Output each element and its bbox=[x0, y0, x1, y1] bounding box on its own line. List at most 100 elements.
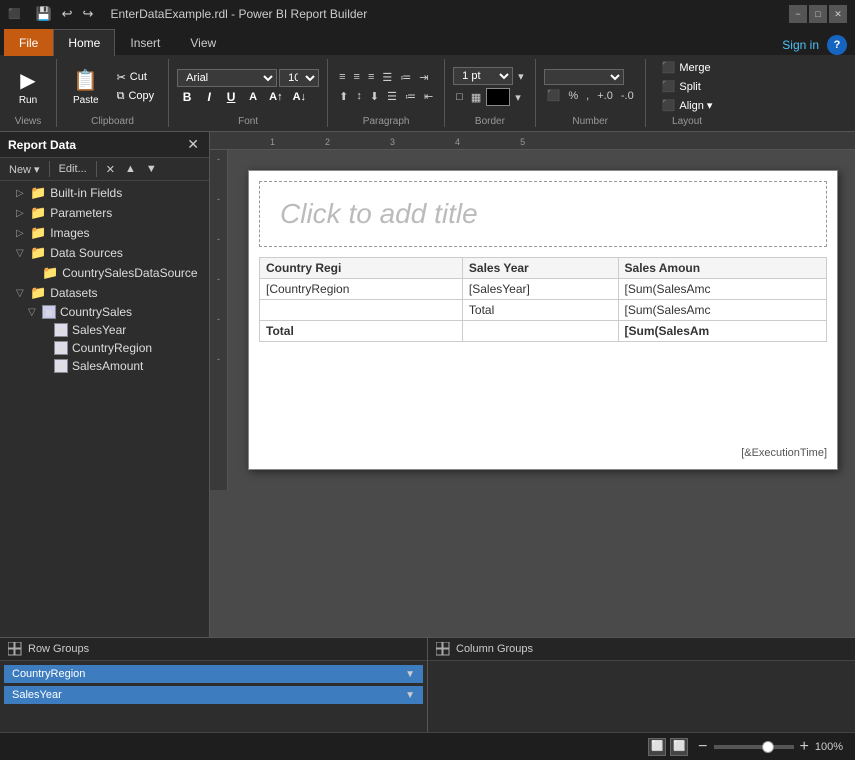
cut-button[interactable]: ✂Cut bbox=[111, 69, 161, 86]
tree-label-countrysales: CountrySales bbox=[60, 305, 132, 319]
ordered-list-button[interactable]: ≔ bbox=[397, 69, 414, 86]
layout-group-label: Layout bbox=[654, 116, 721, 127]
move-up-button[interactable]: ▲ bbox=[122, 162, 139, 176]
decrease-decimal-button[interactable]: -.0 bbox=[618, 88, 637, 104]
number-format-select[interactable] bbox=[544, 69, 624, 85]
border-style-select[interactable]: 1 pt 2 pt bbox=[453, 67, 513, 85]
increase-decimal-button[interactable]: +.0 bbox=[594, 88, 616, 104]
font-size-select[interactable]: 10 bbox=[279, 69, 319, 87]
tree-item-parameters[interactable]: ▷ 📁 Parameters bbox=[0, 203, 209, 223]
new-button[interactable]: New ▾ bbox=[6, 162, 43, 177]
close-button[interactable]: ✕ bbox=[829, 5, 847, 23]
folder-icon-parameters: 📁 bbox=[30, 205, 46, 221]
title-bar: ⬛ 💾 ↩ ↪ EnterDataExample.rdl - Power BI … bbox=[0, 0, 855, 28]
folder-icon-images: 📁 bbox=[30, 225, 46, 241]
percent-button[interactable]: % bbox=[565, 88, 581, 104]
font-color-button[interactable]: A bbox=[243, 90, 263, 104]
cell-salesyear: [SalesYear] bbox=[462, 279, 618, 300]
row-group-countryregion-dropdown[interactable]: ▼ bbox=[405, 669, 415, 680]
outdent-button[interactable]: ⇤ bbox=[421, 88, 436, 105]
cell-countryregion: [CountryRegion bbox=[260, 279, 463, 300]
font-family-select[interactable]: Arial bbox=[177, 69, 277, 87]
cell-total-text: Total bbox=[260, 321, 463, 342]
redo-button[interactable]: ↪ bbox=[80, 4, 97, 24]
tab-home[interactable]: Home bbox=[53, 29, 115, 56]
valign-mid-button[interactable]: ↕ bbox=[353, 88, 365, 104]
tree-item-datasources[interactable]: ▽ 📁 Data Sources bbox=[0, 243, 209, 263]
row-group-salesyear-dropdown[interactable]: ▼ bbox=[405, 690, 415, 701]
list2-button[interactable]: ☰ bbox=[384, 88, 400, 105]
edit-button[interactable]: Edit... bbox=[56, 162, 90, 176]
tab-file[interactable]: File bbox=[4, 29, 53, 56]
canvas-area[interactable]: 1 2 3 4 5 - - - - - - Click to add title bbox=[210, 132, 855, 637]
merge-icon: ⬛ bbox=[662, 61, 676, 74]
border-color-swatch[interactable] bbox=[486, 88, 510, 106]
cut-copy-buttons: ✂Cut ⧉Copy bbox=[111, 69, 161, 105]
zoom-out-button[interactable]: − bbox=[698, 738, 707, 756]
valign-top-button[interactable]: ⬆ bbox=[336, 88, 351, 105]
move-down-button[interactable]: ▼ bbox=[143, 162, 160, 176]
tree-item-datasets[interactable]: ▽ 📁 Datasets bbox=[0, 283, 209, 303]
align-button[interactable]: ⬛ Align ▾ bbox=[654, 97, 721, 114]
sidebar-close-button[interactable]: ✕ bbox=[185, 136, 201, 153]
tree-item-field-salesamount[interactable]: ▦ SalesAmount bbox=[0, 357, 209, 375]
split-button[interactable]: ⬛ Split bbox=[654, 78, 721, 95]
paragraph-group-label: Paragraph bbox=[336, 116, 436, 127]
save-button[interactable]: 💾 bbox=[32, 4, 54, 24]
window-controls: − □ ✕ bbox=[789, 5, 847, 23]
folder-icon-builtin: 📁 bbox=[30, 185, 46, 201]
valign-bot-button[interactable]: ⬇ bbox=[367, 88, 382, 105]
align-right-button[interactable]: ≡ bbox=[365, 69, 377, 85]
toolbar-separator-2 bbox=[96, 161, 97, 177]
font-decrease-button[interactable]: A↓ bbox=[289, 90, 310, 104]
tree-item-builtin-fields[interactable]: ▷ 📁 Built-in Fields bbox=[0, 183, 209, 203]
font-increase-button[interactable]: A↑ bbox=[265, 90, 286, 104]
ribbon-group-layout: ⬛ Merge ⬛ Split ⬛ Align ▾ Layout bbox=[654, 59, 729, 127]
border-dropdown-button[interactable]: ▾ bbox=[515, 68, 527, 85]
report-page[interactable]: Click to add title Country Regi Sales Ye… bbox=[248, 170, 838, 470]
currency-button[interactable]: ⬛ bbox=[544, 87, 564, 104]
row-group-salesyear[interactable]: SalesYear ▼ bbox=[4, 686, 423, 704]
border-none-button[interactable]: □ bbox=[453, 89, 466, 105]
tree-item-datasource-country[interactable]: 📁 CountrySalesDataSource bbox=[0, 263, 209, 283]
ordered-list2-button[interactable]: ≔ bbox=[402, 88, 419, 105]
main-area: Report Data ✕ New ▾ Edit... ✕ ▲ ▼ bbox=[0, 132, 855, 637]
signin-button[interactable]: Sign in bbox=[782, 38, 819, 52]
border-all-button[interactable]: ▦ bbox=[468, 89, 484, 106]
tree-item-field-countryregion[interactable]: ▦ CountryRegion bbox=[0, 339, 209, 357]
tree-item-field-salesyear[interactable]: ▦ SalesYear bbox=[0, 321, 209, 339]
indent-button[interactable]: ⇥ bbox=[416, 69, 431, 86]
header-salesyear: Sales Year bbox=[462, 258, 618, 279]
align-left-button[interactable]: ≡ bbox=[336, 69, 348, 85]
delete-button[interactable]: ✕ bbox=[103, 162, 118, 177]
folder-icon-datasource: 📁 bbox=[42, 265, 58, 281]
tab-view[interactable]: View bbox=[175, 29, 231, 56]
status-bar: ⬜ ⬜ − + 100% bbox=[0, 732, 855, 760]
tab-insert[interactable]: Insert bbox=[115, 29, 175, 56]
row-groups-icon bbox=[8, 642, 22, 656]
copy-button[interactable]: ⧉Copy bbox=[111, 88, 161, 105]
align-center-button[interactable]: ≡ bbox=[351, 69, 363, 85]
comma-button[interactable]: , bbox=[583, 88, 592, 104]
maximize-button[interactable]: □ bbox=[809, 5, 827, 23]
paste-button[interactable]: 📋 Paste bbox=[65, 64, 107, 110]
row-groups-list: CountryRegion ▼ SalesYear ▼ bbox=[0, 661, 427, 708]
minimize-button[interactable]: − bbox=[789, 5, 807, 23]
zoom-slider[interactable] bbox=[714, 745, 794, 749]
table-row: [CountryRegion [SalesYear] [Sum(SalesAmc bbox=[260, 279, 827, 300]
tree-item-dataset-countrysales[interactable]: ▽ ▦ CountrySales bbox=[0, 303, 209, 321]
list-button[interactable]: ☰ bbox=[379, 69, 395, 86]
run-button[interactable]: ▶ Run bbox=[8, 64, 48, 110]
zoom-in-button[interactable]: + bbox=[800, 738, 809, 756]
tree-item-images[interactable]: ▷ 📁 Images bbox=[0, 223, 209, 243]
status-icon-2: ⬜ bbox=[670, 738, 688, 756]
border-color-dropdown[interactable]: ▾ bbox=[512, 89, 524, 106]
merge-button[interactable]: ⬛ Merge bbox=[654, 59, 721, 76]
title-placeholder[interactable]: Click to add title bbox=[259, 181, 827, 247]
row-group-countryregion[interactable]: CountryRegion ▼ bbox=[4, 665, 423, 683]
undo-button[interactable]: ↩ bbox=[59, 4, 76, 24]
underline-button[interactable]: U bbox=[221, 89, 241, 105]
help-button[interactable]: ? bbox=[827, 35, 847, 55]
bold-button[interactable]: B bbox=[177, 89, 197, 105]
italic-button[interactable]: I bbox=[199, 89, 219, 105]
